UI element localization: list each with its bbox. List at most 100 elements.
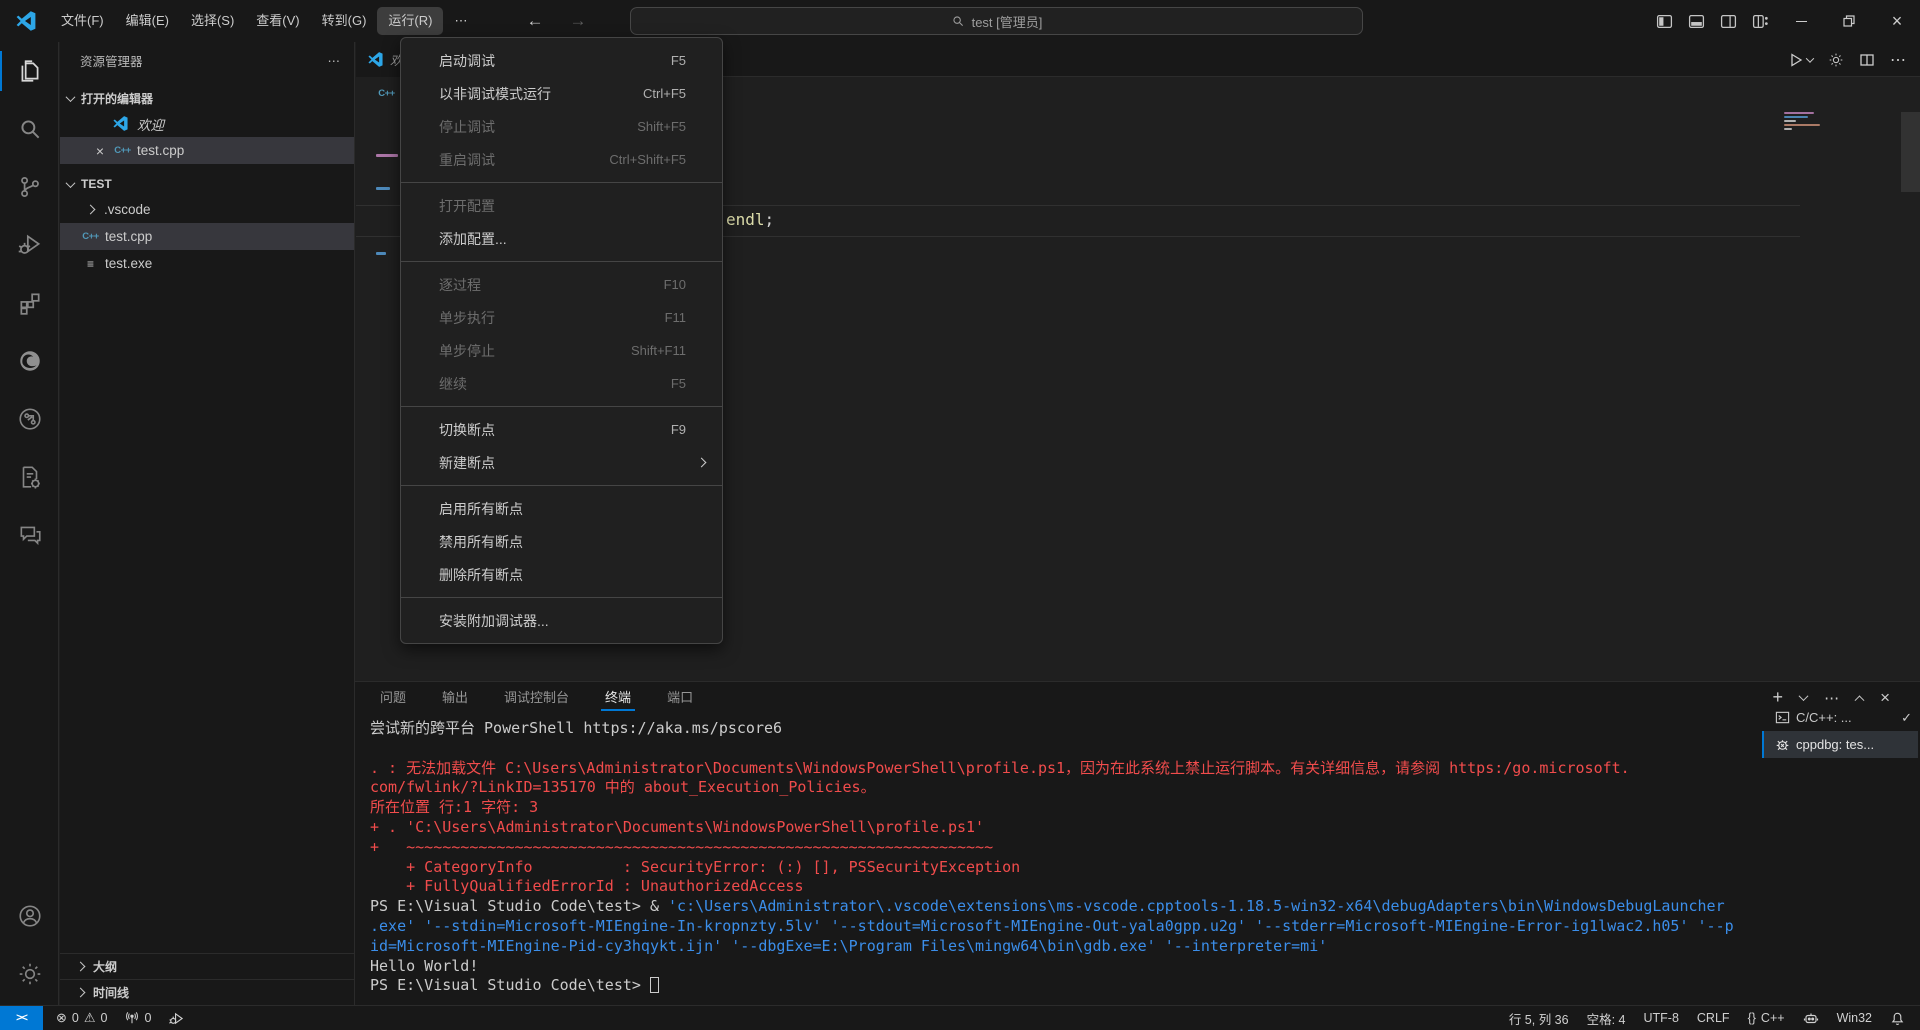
tree-item-testexe[interactable]: ≡ test.exe <box>60 250 354 277</box>
problems-status[interactable]: ⊗ 0 ⚠ 0 <box>47 1006 116 1030</box>
terminal-text-segment: 尝试新的跨平台 PowerShell https://aka.ms/pscore… <box>370 719 782 737</box>
indentation[interactable]: 空格: 4 <box>1578 1006 1635 1030</box>
split-editor-icon[interactable] <box>1859 52 1875 68</box>
code-fragment <box>376 187 390 190</box>
eol-sequence[interactable]: CRLF <box>1688 1006 1739 1030</box>
back-arrow-icon[interactable]: ← <box>526 11 543 31</box>
sidebar-more-icon[interactable]: ⋯ <box>328 53 341 68</box>
run-cpp-button[interactable] <box>1788 52 1813 68</box>
tree-item-label: test.cpp <box>105 229 152 244</box>
minimap-line <box>1784 124 1820 126</box>
open-editors-section[interactable]: 打开的编辑器 <box>60 86 354 110</box>
forward-arrow-icon[interactable]: → <box>569 11 586 31</box>
activity-source-control[interactable] <box>0 158 59 216</box>
debug-status[interactable] <box>160 1006 193 1030</box>
feedback-robot[interactable] <box>1794 1006 1828 1030</box>
terminal-line: + . 'C:\Users\Administrator\Documents\Wi… <box>370 818 1762 838</box>
run-menu-item[interactable]: 启用所有断点 <box>401 492 722 525</box>
toggle-sidebar-icon[interactable] <box>1653 10 1675 32</box>
debug-settings-gear-icon[interactable] <box>1828 52 1844 68</box>
open-editor-label: test.cpp <box>137 143 184 158</box>
run-menu-item-label: 启动调试 <box>439 51 671 71</box>
tree-item-vscode-folder[interactable]: .vscode <box>60 196 354 223</box>
close-editor-icon[interactable]: × <box>92 143 108 159</box>
run-menu-item[interactable]: 以非调试模式运行Ctrl+F5 <box>401 77 722 110</box>
account-icon <box>17 903 43 929</box>
menu-separator <box>401 485 722 486</box>
minimize-button[interactable] <box>1778 0 1824 42</box>
platform-target[interactable]: Win32 <box>1828 1006 1881 1030</box>
run-menu-item[interactable]: 新建断点 <box>401 446 722 479</box>
activity-run-debug[interactable] <box>0 216 59 274</box>
folder-section-test[interactable]: TEST <box>60 172 354 196</box>
ports-status[interactable]: 0 <box>116 1006 160 1030</box>
open-editor-testcpp[interactable]: × C++ test.cpp <box>60 137 354 164</box>
terminal-line: . : 无法加载文件 C:\Users\Administrator\Docume… <box>370 759 1762 779</box>
run-menu-item[interactable]: 安装附加调试器... <box>401 604 722 637</box>
cursor-position[interactable]: 行 5, 列 36 <box>1500 1006 1578 1030</box>
activity-search[interactable] <box>0 100 59 158</box>
search-icon <box>951 14 965 28</box>
activity-cpp-tools[interactable] <box>0 448 59 506</box>
run-menu-item[interactable]: 禁用所有断点 <box>401 525 722 558</box>
customize-layout-icon[interactable] <box>1749 10 1771 32</box>
run-menu-item[interactable]: 添加配置... <box>401 222 722 255</box>
cpp-file-icon: C++ <box>82 231 99 242</box>
run-menu-item[interactable]: 切换断点F9 <box>401 413 722 446</box>
tab-debug-console[interactable]: 调试控制台 <box>504 682 569 713</box>
remote-indicator[interactable]: >< <box>0 1006 43 1030</box>
command-center-search[interactable]: test [管理员] <box>630 7 1363 35</box>
minimap[interactable] <box>1784 112 1826 132</box>
encoding[interactable]: UTF-8 <box>1634 1006 1687 1030</box>
tab-ports[interactable]: 端口 <box>667 682 693 713</box>
folder-section-label: TEST <box>81 177 112 191</box>
menu-selection[interactable]: 选择(S) <box>180 7 245 35</box>
run-menu-item-shortcut: Shift+F5 <box>637 119 686 134</box>
run-menu-item: 逐过程F10 <box>401 268 722 301</box>
menu-view[interactable]: 查看(V) <box>245 7 310 35</box>
open-editor-welcome[interactable]: 欢迎 <box>60 110 354 137</box>
account-button[interactable] <box>0 887 59 945</box>
toggle-panel-icon[interactable] <box>1685 10 1707 32</box>
menu-run[interactable]: 运行(R) <box>377 7 443 35</box>
menu-goto[interactable]: 转到(G) <box>311 7 378 35</box>
menu-more-icon[interactable]: ⋯ <box>443 7 478 35</box>
run-menu-item[interactable]: 删除所有断点 <box>401 558 722 591</box>
activity-chat[interactable] <box>0 506 59 564</box>
tab-output[interactable]: 输出 <box>442 682 468 713</box>
ports-count: 0 <box>144 1011 151 1025</box>
editor-more-icon[interactable]: ⋯ <box>1890 50 1906 70</box>
editor-scrollbar-thumb[interactable] <box>1901 112 1920 192</box>
terminal-output[interactable]: 尝试新的跨平台 PowerShell https://aka.ms/pscore… <box>370 719 1762 1001</box>
code-token-semicolon: ; <box>765 210 775 229</box>
outline-label: 大纲 <box>93 958 117 975</box>
run-menu-item-shortcut: Ctrl+Shift+F5 <box>609 152 686 167</box>
run-menu-item-shortcut: F11 <box>665 310 686 325</box>
terminal-profile-chevron-icon[interactable] <box>1799 691 1809 701</box>
tree-item-testcpp[interactable]: C++ test.cpp <box>60 223 354 250</box>
menu-file[interactable]: 文件(F) <box>50 7 115 35</box>
settings-button[interactable] <box>0 945 59 1003</box>
terminal-line: PS E:\Visual Studio Code\test> & 'c:\Use… <box>370 897 1762 917</box>
tab-terminal[interactable]: 终端 <box>605 682 631 713</box>
toggle-secondary-sidebar-icon[interactable] <box>1717 10 1739 32</box>
terminal-instance-cpp-task[interactable]: C/C++: ... ✓ <box>1762 704 1918 731</box>
run-menu-item: 重启调试Ctrl+Shift+F5 <box>401 143 722 176</box>
timeline-section[interactable]: 时间线 <box>60 979 355 1005</box>
code-line-5[interactable]: endl; <box>726 210 774 229</box>
language-mode[interactable]: {} C++ <box>1739 1006 1794 1030</box>
run-menu-item[interactable]: 启动调试F5 <box>401 44 722 77</box>
close-button[interactable]: × <box>1874 0 1920 42</box>
terminal-line: Hello World! <box>370 957 1762 977</box>
outline-section[interactable]: 大纲 <box>60 953 355 979</box>
terminal-instance-cppdbg[interactable]: cppdbg: tes... <box>1762 731 1918 758</box>
activity-remote-share[interactable] <box>0 390 59 448</box>
tab-problems[interactable]: 问题 <box>380 682 406 713</box>
notifications[interactable] <box>1881 1006 1914 1030</box>
activity-explorer[interactable] <box>0 42 59 100</box>
run-menu-item-label: 删除所有断点 <box>439 565 686 585</box>
activity-edge-tools[interactable] <box>0 332 59 390</box>
restore-button[interactable] <box>1826 0 1872 42</box>
menu-edit[interactable]: 编辑(E) <box>115 7 180 35</box>
activity-extensions[interactable] <box>0 274 59 332</box>
